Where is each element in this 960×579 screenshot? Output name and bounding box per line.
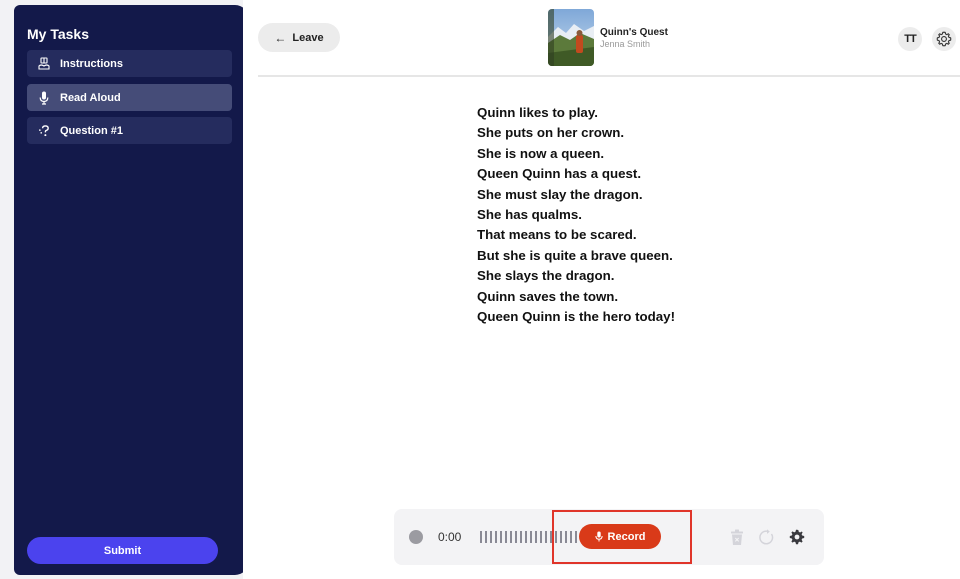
story-line: She has qualms. [477,207,582,223]
question-icon [38,124,50,138]
sidebar-item-label: Question #1 [60,124,123,137]
record-label: Record [607,530,646,543]
microphone-icon [38,91,50,105]
header-divider [258,75,960,77]
rerecord-button[interactable] [756,527,776,547]
main-panel: ← Leave Quinn's Quest Jenna Smith TT Qui… [243,0,960,579]
story-line: She slays the dragon. [477,268,615,284]
text-size-button[interactable]: TT [898,27,922,51]
sidebar-item-question-1[interactable]: Question #1 [27,117,232,144]
story-line: That means to be scared. [477,227,637,243]
story-text: Quinn likes to play. She puts on her cro… [477,103,777,327]
leave-button[interactable]: ← Leave [258,23,340,52]
audio-recorder-bar: 0:00 Record [394,509,824,565]
story-line: But she is quite a brave queen. [477,247,673,263]
redo-icon [758,528,775,546]
story-line: She must slay the dragon. [477,186,643,202]
recording-status-dot [409,530,423,544]
sidebar: My Tasks Instructions Read Aloud Questio… [14,5,249,575]
sidebar-item-label: Instructions [60,57,123,70]
text-size-icon: TT [904,33,916,45]
book-hand-icon [38,56,50,71]
settings-button[interactable] [932,27,956,51]
book-cover-thumbnail [548,9,594,66]
arrow-left-icon: ← [274,30,287,45]
story-line: She puts on her crown. [477,125,625,141]
gear-icon [936,31,952,47]
sidebar-item-read-aloud[interactable]: Read Aloud [27,84,232,111]
sidebar-title: My Tasks [27,26,89,42]
story-line: She is now a queen. [477,145,605,161]
story-line: Queen Quinn has a quest. [477,166,642,182]
story-line: Quinn saves the town. [477,288,619,304]
book-title: Quinn's Quest [600,27,668,38]
story-line: Quinn likes to play. [477,105,598,120]
recorder-settings-button[interactable] [787,527,807,547]
sidebar-item-instructions[interactable]: Instructions [27,50,232,77]
story-line: Queen Quinn is the hero today! [477,309,675,325]
microphone-icon [594,531,603,542]
delete-recording-button[interactable] [727,527,747,547]
sidebar-item-label: Read Aloud [60,91,121,104]
record-button[interactable]: Record [579,524,661,549]
recording-time: 0:00 [438,530,462,544]
gear-icon [789,529,805,545]
leave-label: Leave [292,31,324,44]
submit-button[interactable]: Submit [27,537,218,564]
trash-icon [730,529,744,546]
app-window: My Tasks Instructions Read Aloud Questio… [0,0,960,579]
book-author: Jenna Smith [600,39,651,49]
